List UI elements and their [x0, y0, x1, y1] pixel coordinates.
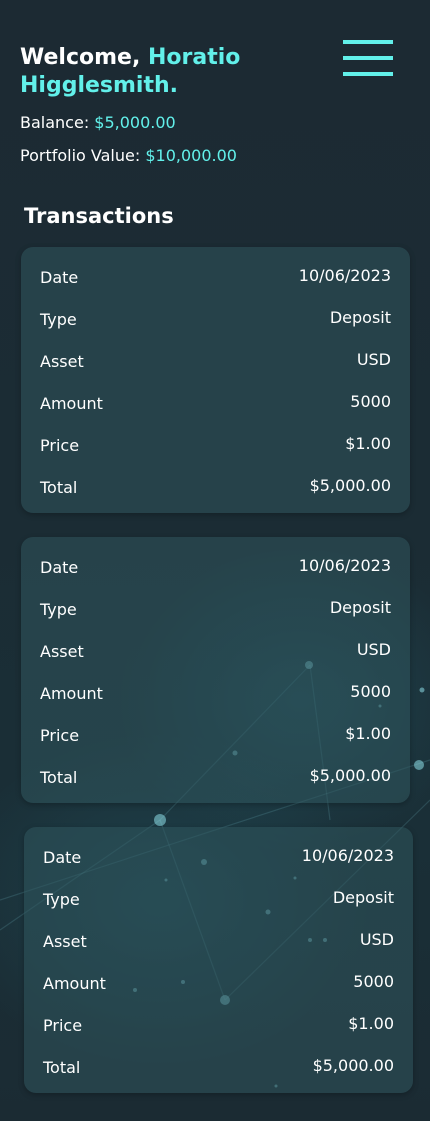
amount-label: Amount [43, 974, 106, 993]
date-label: Date [40, 558, 79, 577]
welcome-header: Welcome, Horatio Higglesmith. Balance: $… [20, 44, 320, 167]
total-label: Total [40, 768, 78, 787]
transaction-card[interactable]: Date 10/06/2023 Type Deposit Asset USD A… [24, 827, 413, 1093]
transaction-card[interactable]: Date 10/06/2023 Type Deposit Asset USD A… [21, 537, 410, 803]
type-row: Type Deposit [40, 595, 391, 637]
portfolio-value: $10,000.00 [145, 146, 237, 165]
price-label: Price [43, 1016, 83, 1035]
asset-label: Asset [40, 352, 84, 371]
price-label: Price [40, 726, 80, 745]
hamburger-menu-icon[interactable] [343, 40, 393, 76]
amount-value: 5000 [350, 392, 391, 411]
date-value: 10/06/2023 [301, 846, 394, 865]
asset-row: Asset USD [40, 637, 391, 679]
date-label: Date [40, 268, 79, 287]
date-value: 10/06/2023 [298, 556, 391, 575]
asset-value: USD [356, 640, 391, 659]
welcome-title: Welcome, Horatio Higglesmith. [20, 44, 320, 100]
total-row: Total $5,000.00 [40, 763, 391, 805]
balance-line: Balance: $5,000.00 [20, 112, 320, 134]
amount-value: 5000 [350, 682, 391, 701]
date-value: 10/06/2023 [298, 266, 391, 285]
total-value: $5,000.00 [309, 766, 391, 785]
price-row: Price $1.00 [40, 431, 391, 473]
total-row: Total $5,000.00 [40, 473, 391, 515]
price-value: $1.00 [348, 1014, 394, 1033]
date-row: Date 10/06/2023 [43, 843, 394, 885]
transaction-card[interactable]: Date 10/06/2023 Type Deposit Asset USD A… [21, 247, 410, 513]
transactions-title: Transactions [24, 204, 174, 228]
total-label: Total [40, 478, 78, 497]
amount-row: Amount 5000 [43, 969, 394, 1011]
date-label: Date [43, 848, 82, 867]
type-row: Type Deposit [40, 305, 391, 347]
balance-value: $5,000.00 [94, 113, 176, 132]
price-row: Price $1.00 [43, 1011, 394, 1053]
amount-row: Amount 5000 [40, 389, 391, 431]
type-label: Type [40, 600, 77, 619]
asset-row: Asset USD [43, 927, 394, 969]
total-row: Total $5,000.00 [43, 1053, 394, 1095]
asset-row: Asset USD [40, 347, 391, 389]
welcome-prefix: Welcome, [20, 45, 141, 70]
portfolio-label: Portfolio Value: [20, 146, 141, 165]
asset-label: Asset [43, 932, 87, 951]
type-label: Type [43, 890, 80, 909]
asset-label: Asset [40, 642, 84, 661]
amount-label: Amount [40, 394, 103, 413]
portfolio-line: Portfolio Value: $10,000.00 [20, 145, 320, 167]
type-row: Type Deposit [43, 885, 394, 927]
type-value: Deposit [332, 888, 394, 907]
price-label: Price [40, 436, 80, 455]
price-value: $1.00 [345, 724, 391, 743]
asset-value: USD [359, 930, 394, 949]
type-label: Type [40, 310, 77, 329]
amount-value: 5000 [353, 972, 394, 991]
balance-label: Balance: [20, 113, 90, 132]
date-row: Date 10/06/2023 [40, 263, 391, 305]
total-value: $5,000.00 [309, 476, 391, 495]
type-value: Deposit [329, 598, 391, 617]
total-value: $5,000.00 [312, 1056, 394, 1075]
total-label: Total [43, 1058, 81, 1077]
asset-value: USD [356, 350, 391, 369]
amount-row: Amount 5000 [40, 679, 391, 721]
type-value: Deposit [329, 308, 391, 327]
price-value: $1.00 [345, 434, 391, 453]
date-row: Date 10/06/2023 [40, 553, 391, 595]
price-row: Price $1.00 [40, 721, 391, 763]
amount-label: Amount [40, 684, 103, 703]
